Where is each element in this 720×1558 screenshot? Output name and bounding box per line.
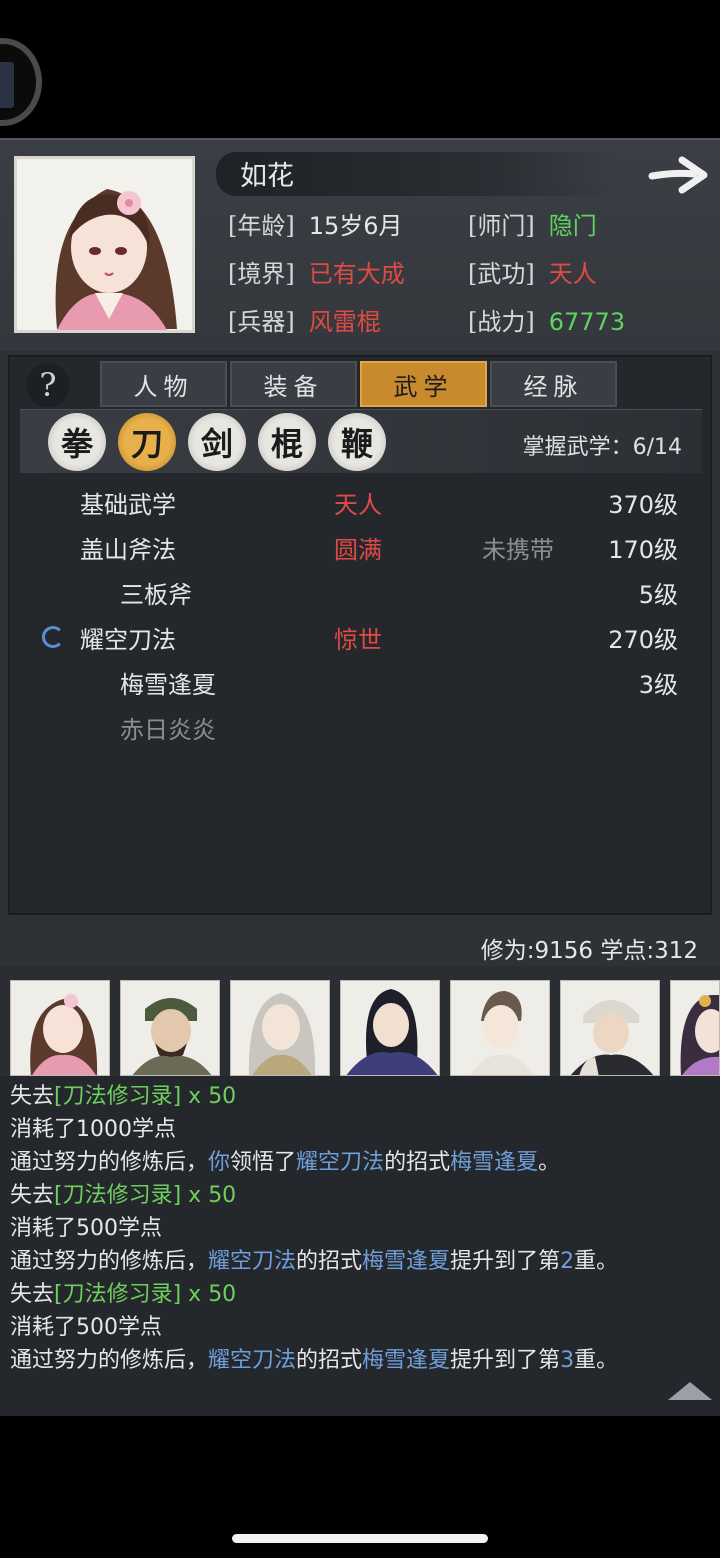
skill-name: 耀空刀法 [80, 626, 176, 654]
tab-meridians[interactable]: 经脉 [490, 361, 617, 407]
skill-level: 270级 [608, 626, 678, 654]
party-member-portrait[interactable] [120, 980, 220, 1076]
party-strip [0, 966, 720, 1080]
skill-level: 3级 [638, 671, 678, 699]
mastery-count: 掌握武学：6/14 [522, 435, 682, 460]
skill-rank: 天人 [334, 491, 382, 519]
skill-name: 盖山斧法 [80, 536, 176, 564]
skill-row[interactable]: 盖山斧法 圆满 未携带 170级 [20, 526, 700, 570]
party-member-portrait[interactable] [670, 980, 720, 1076]
power-value: 67773 [548, 308, 626, 336]
martial-row: [武功] 天人 [468, 260, 597, 288]
sect-value: 隐门 [548, 212, 597, 240]
skill-name: 赤日炎炎 [120, 716, 216, 744]
skill-row[interactable]: 基础武学 天人 370级 [20, 481, 700, 525]
skill-row[interactable]: 梅雪逢夏 3级 [20, 661, 700, 705]
weapon-type-whip[interactable]: 鞭 [328, 413, 386, 471]
character-header: 如花 [年龄] 15岁6月 [师门] 隐门 [境界] 已有大成 [武功] 天人 [兵器]… [0, 138, 720, 351]
log-line: 失去[刀法修习录] x 50 [10, 1282, 237, 1307]
tab-equipment[interactable]: 装备 [230, 361, 357, 407]
skill-name: 三板斧 [120, 581, 192, 609]
menu-button[interactable] [0, 38, 42, 126]
age-row: [年龄] 15岁6月 [228, 212, 403, 240]
character-name: 如花 [240, 161, 294, 192]
martial-arts-panel: ? 人物 装备 武学 经脉 拳 刀 剑 棍 鞭 掌握武学：6/14 基础武学 天… [0, 351, 720, 966]
sect-row: [师门] 隐门 [468, 212, 597, 240]
weapon-row: [兵器] 风雷棍 [228, 308, 381, 336]
log-line: 消耗了500学点 [10, 1315, 162, 1340]
skill-rank: 惊世 [334, 626, 382, 654]
help-button[interactable]: ? [26, 363, 70, 407]
party-member-illustration [132, 998, 212, 1075]
skill-row[interactable]: 三板斧 5级 [20, 571, 700, 615]
cultivation-stats: 修为:9156 学点:312 [480, 938, 698, 964]
collapse-log-icon[interactable] [668, 1382, 712, 1400]
party-member-portrait[interactable] [560, 980, 660, 1076]
character-portrait[interactable] [14, 156, 195, 333]
weapon-type-blade[interactable]: 刀 [118, 413, 176, 471]
arrow-right-icon [648, 156, 708, 194]
log-line: 消耗了1000学点 [10, 1117, 176, 1142]
log-line: 通过努力的修炼后，你领悟了耀空刀法的招式梅雪逢夏。 [10, 1150, 561, 1175]
question-icon: ? [39, 366, 57, 404]
portrait-illustration [17, 159, 192, 330]
weapon-type-staff[interactable]: 棍 [258, 413, 316, 471]
skill-name: 基础武学 [80, 491, 176, 519]
power-row: [战力] 67773 [468, 308, 626, 336]
party-member-illustration [570, 1000, 654, 1075]
log-line: 失去[刀法修习录] x 50 [10, 1084, 237, 1109]
party-member-portrait[interactable] [230, 980, 330, 1076]
party-member-illustration [248, 993, 316, 1075]
log-line: 消耗了500学点 [10, 1216, 162, 1241]
tab-character[interactable]: 人物 [100, 361, 227, 407]
weapon-type-fist[interactable]: 拳 [48, 413, 106, 471]
party-member-portrait[interactable] [450, 980, 550, 1076]
party-member-illustration [30, 994, 98, 1075]
skill-carry-status: 未携带 [482, 536, 554, 564]
skill-row[interactable]: 耀空刀法 惊世 270级 [20, 616, 700, 660]
weapon-value: 风雷棍 [308, 308, 381, 336]
realm-value: 已有大成 [308, 260, 405, 288]
party-member-portrait[interactable] [340, 980, 440, 1076]
realm-row: [境界] 已有大成 [228, 260, 405, 288]
skill-name: 梅雪逢夏 [120, 671, 216, 699]
party-member-illustration [346, 989, 438, 1075]
log-line: 失去[刀法修习录] x 50 [10, 1183, 237, 1208]
skill-row[interactable]: 赤日炎炎 [20, 706, 700, 750]
skill-level: 5级 [638, 581, 678, 609]
skill-rank: 圆满 [334, 536, 382, 564]
tab-martial-arts[interactable]: 武学 [360, 361, 487, 407]
party-member-portrait[interactable] [10, 980, 110, 1076]
skill-level: 170级 [608, 536, 678, 564]
next-character-button[interactable] [648, 154, 710, 196]
loading-spinner-icon [42, 626, 64, 648]
tab-bar: 人物 装备 武学 经脉 [100, 361, 617, 409]
weapon-type-sword[interactable]: 剑 [188, 413, 246, 471]
skill-level: 370级 [608, 491, 678, 519]
party-member-illustration [680, 995, 719, 1075]
party-member-illustration [470, 991, 534, 1075]
log-line: 通过努力的修炼后，耀空刀法的招式梅雪逢夏提升到了第3重。 [10, 1348, 619, 1373]
age-value: 15岁6月 [308, 212, 403, 240]
martial-value: 天人 [548, 260, 597, 288]
log-line: 通过努力的修炼后，耀空刀法的招式梅雪逢夏提升到了第2重。 [10, 1249, 619, 1274]
home-indicator[interactable] [232, 1534, 488, 1543]
menu-icon [0, 62, 14, 108]
